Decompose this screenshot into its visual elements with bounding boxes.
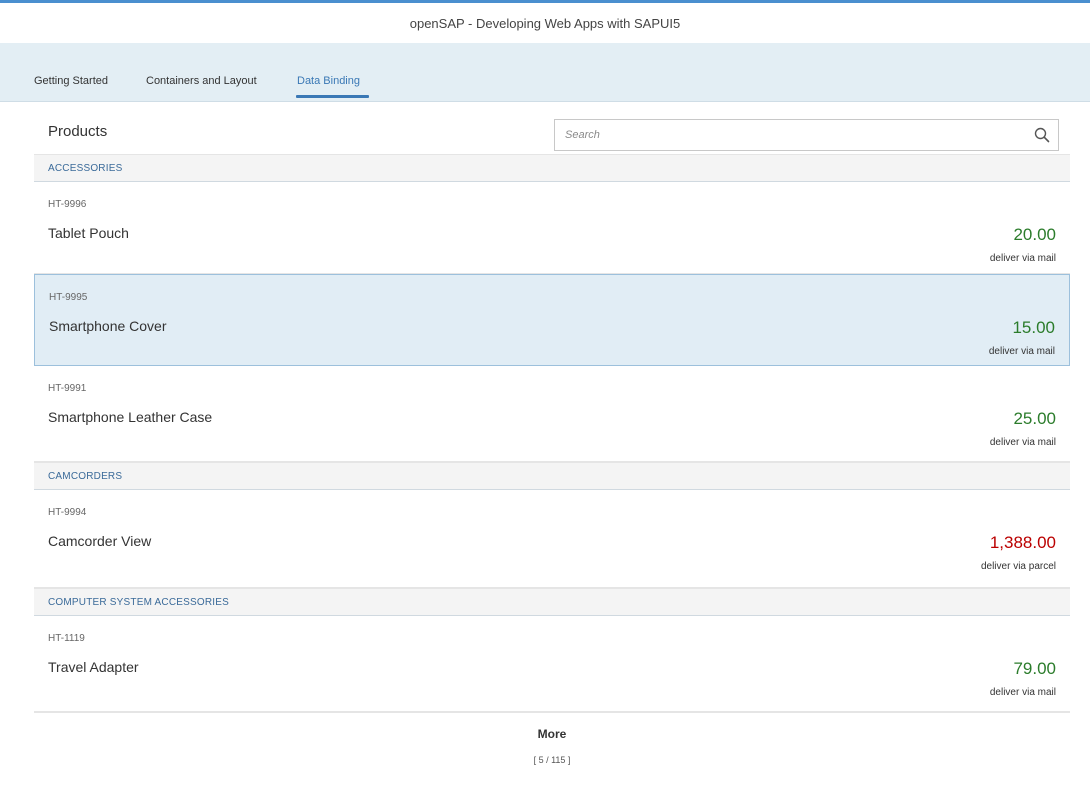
- tab-data-binding[interactable]: Data Binding: [297, 75, 360, 87]
- delivery-method: deliver via mail: [988, 346, 1055, 357]
- group-title: COMPUTER SYSTEM ACCESSORIES: [48, 596, 229, 608]
- list-item-selected[interactable]: HT-9995 Smartphone Cover 15.00 deliver v…: [34, 274, 1070, 366]
- app-header: openSAP - Developing Web Apps with SAPUI…: [0, 3, 1090, 43]
- group-header-computer-system-accessories: COMPUTER SYSTEM ACCESSORIES: [34, 588, 1070, 616]
- app-page: openSAP - Developing Web Apps with SAPUI…: [0, 0, 1090, 792]
- product-name: Travel Adapter: [48, 659, 139, 675]
- product-id: HT-9995: [49, 292, 88, 303]
- product-price: 15.00: [1012, 318, 1055, 337]
- product-id: HT-9991: [48, 383, 87, 394]
- item-count: [ 5 / 115 ]: [533, 755, 571, 765]
- tab-containers-and-layout[interactable]: Containers and Layout: [146, 75, 257, 87]
- product-name: Tablet Pouch: [48, 225, 129, 241]
- list-item[interactable]: HT-9994 Camcorder View 1,388.00 deliver …: [34, 490, 1070, 588]
- group-header-camcorders: CAMCORDERS: [34, 462, 1070, 490]
- group-title: ACCESSORIES: [48, 162, 123, 174]
- product-id: HT-9994: [48, 507, 87, 518]
- more-button[interactable]: More: [34, 727, 1070, 741]
- delivery-method: deliver via mail: [989, 687, 1056, 698]
- product-price: 25.00: [1013, 409, 1056, 428]
- product-id: HT-9996: [48, 199, 87, 210]
- group-title: CAMCORDERS: [48, 470, 123, 482]
- product-name: Camcorder View: [48, 533, 152, 549]
- tab-getting-started[interactable]: Getting Started: [34, 75, 108, 87]
- list-title: Products: [48, 123, 108, 140]
- delivery-method: deliver via parcel: [980, 561, 1056, 572]
- product-price: 79.00: [1013, 659, 1056, 678]
- product-price: 1,388.00: [989, 533, 1056, 552]
- product-price: 20.00: [1013, 225, 1056, 244]
- app-title: openSAP - Developing Web Apps with SAPUI…: [409, 15, 681, 31]
- product-list: Products ACCESSORIES HT-9996 Tablet Pouc…: [34, 102, 1070, 783]
- tab-bar: Getting Started Containers and Layout Da…: [0, 43, 1090, 102]
- list-item[interactable]: HT-9991 Smartphone Leather Case 25.00 de…: [34, 366, 1070, 462]
- delivery-method: deliver via mail: [989, 437, 1056, 448]
- search-input[interactable]: [555, 120, 1045, 150]
- delivery-method: deliver via mail: [989, 253, 1056, 264]
- group-header-accessories: ACCESSORIES: [34, 154, 1070, 182]
- growing-list-trigger: More [ 5 / 115 ]: [34, 712, 1070, 783]
- search-icon[interactable]: [1034, 127, 1050, 143]
- product-id: HT-1119: [48, 633, 85, 644]
- product-name: Smartphone Leather Case: [48, 409, 213, 425]
- search-field: [554, 119, 1059, 151]
- list-item[interactable]: HT-9996 Tablet Pouch 20.00 deliver via m…: [34, 182, 1070, 274]
- list-item[interactable]: HT-1119 Travel Adapter 79.00 deliver via…: [34, 616, 1070, 712]
- list-header-toolbar: Products: [34, 102, 1070, 154]
- product-name: Smartphone Cover: [49, 318, 167, 334]
- selected-tab-indicator: [296, 95, 369, 98]
